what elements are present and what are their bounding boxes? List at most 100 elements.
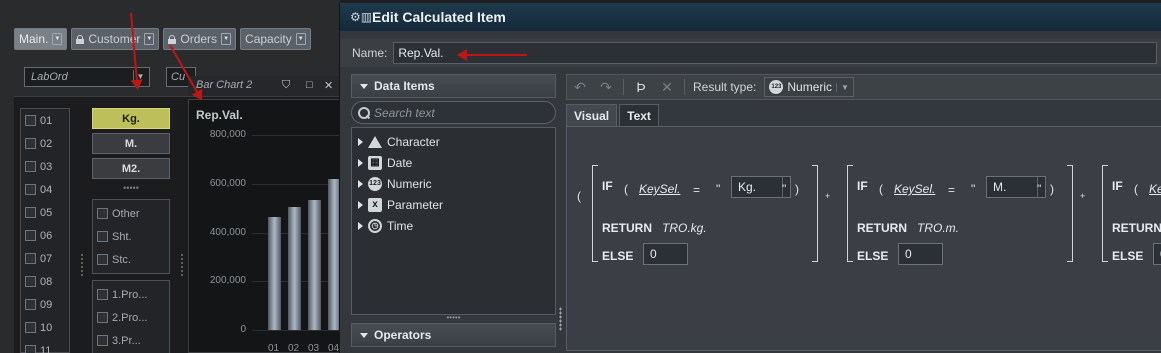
if-block[interactable]: IF (KeySel. = " Kg. ") RETURN TRO.kg. ELSE 0 (592, 165, 818, 265)
checkbox[interactable] (25, 184, 36, 195)
bar[interactable] (288, 206, 301, 330)
expand-icon[interactable] (358, 158, 363, 167)
else-value-input[interactable]: 0 (643, 243, 688, 265)
tree-item-character[interactable]: Character (352, 131, 555, 152)
result-type-select[interactable]: 123 Numeric ▼ (764, 77, 854, 97)
check-row[interactable]: 09 (21, 293, 69, 316)
if-block[interactable]: IF (KeySel. = " M. ") RETURN TRO.m. ELSE 0 (847, 165, 1073, 265)
unit-button-m[interactable]: M. (92, 133, 170, 154)
tree-item-time[interactable]: ◷ Time (352, 215, 555, 236)
if-block[interactable]: IF (Ke RETURN ELSE 0 (1102, 165, 1161, 265)
operators-header[interactable]: Operators (351, 323, 556, 347)
checkbox[interactable] (25, 138, 36, 149)
tab-visual[interactable]: Visual (566, 104, 618, 126)
tab-orders[interactable]: Orders ▼ (163, 28, 237, 50)
resize-grip[interactable] (180, 253, 184, 277)
bar[interactable] (268, 216, 281, 330)
else-value-input[interactable]: 0 (1153, 243, 1161, 265)
x-tick-label: 03 (308, 343, 320, 353)
category-item[interactable]: Stc. (93, 248, 169, 271)
checkbox[interactable] (25, 345, 36, 353)
block-bracket (847, 165, 853, 262)
check-row[interactable]: 06 (21, 224, 69, 247)
checkbox[interactable] (25, 207, 36, 218)
search-box[interactable] (351, 101, 556, 124)
maximize-icon[interactable]: □ (306, 79, 313, 91)
numeric-type-icon: 123 (769, 80, 784, 94)
chevron-down-icon[interactable]: ▼ (144, 33, 155, 45)
check-row[interactable]: 02 (21, 132, 69, 155)
return-keyword: RETURN (1112, 221, 1161, 235)
expand-icon[interactable] (358, 200, 363, 209)
return-value[interactable]: TRO.m. (917, 221, 959, 235)
checkbox[interactable] (97, 312, 108, 323)
check-row[interactable]: 05 (21, 201, 69, 224)
category-item[interactable]: 2.Pro... (93, 306, 169, 329)
else-keyword: ELSE (1112, 249, 1144, 263)
tab-text[interactable]: Text (619, 104, 659, 126)
filter-icon[interactable]: ⛉ (282, 79, 290, 92)
check-row[interactable]: 08 (21, 270, 69, 293)
checkbox[interactable] (25, 299, 36, 310)
chevron-down-icon[interactable]: ▼ (836, 82, 849, 92)
checkbox[interactable] (97, 289, 108, 300)
checkbox[interactable] (25, 322, 36, 333)
check-row[interactable]: 07 (21, 247, 69, 270)
expression-editor[interactable]: ( + + IF (KeySel. = " Kg. ") RETURN TRO.kg. ELSE… (566, 126, 1161, 351)
dialog-titlebar[interactable]: ⚙▥ Edit Calculated Item (340, 3, 1161, 31)
name-input[interactable] (393, 42, 1158, 64)
panel-splitter[interactable]: ••••• (351, 314, 556, 323)
checkbox[interactable] (25, 161, 36, 172)
clear-formatting-icon[interactable]: Ϸ (632, 78, 650, 96)
category-item[interactable]: 3.Pr... (93, 329, 169, 352)
toolbar-divider (623, 79, 624, 95)
vertical-splitter[interactable] (559, 307, 562, 331)
period-check-list: 01 02 03 04 05 06 07 08 09 10 11 (20, 108, 70, 353)
checkbox[interactable] (25, 276, 36, 287)
close-icon[interactable]: ✕ (324, 79, 333, 92)
chevron-down-icon[interactable]: ▼ (295, 33, 306, 45)
block-bracket (592, 165, 598, 262)
check-row[interactable]: 01 (21, 109, 69, 132)
checkbox[interactable] (97, 208, 108, 219)
check-row[interactable]: 10 (21, 316, 69, 339)
chevron-down-icon[interactable]: ▼ (52, 33, 63, 45)
tab-customer[interactable]: Customer ▼ (71, 28, 160, 50)
checkbox[interactable] (25, 115, 36, 126)
unit-selector: Kg. M. M2. ••••• Other Sht. Stc. 1.Pro... 2… (92, 108, 170, 353)
resize-grip[interactable] (80, 253, 84, 277)
checkbox[interactable] (25, 253, 36, 264)
field-reference[interactable]: KeySel. (639, 182, 680, 196)
return-value[interactable]: TRO.kg. (662, 221, 707, 235)
tree-item-numeric[interactable]: 123 Numeric (352, 173, 555, 194)
bar[interactable] (308, 199, 321, 330)
field-reference[interactable]: KeySel. (894, 182, 935, 196)
category-item[interactable]: Other (93, 202, 169, 225)
chevron-down-icon[interactable]: ▼ (221, 33, 232, 45)
data-items-header[interactable]: Data Items (351, 74, 556, 98)
category-item[interactable]: Sht. (93, 225, 169, 248)
expand-icon[interactable] (358, 137, 363, 146)
category-item[interactable]: 1.Pro... (93, 283, 169, 306)
redo-icon[interactable]: ↷ (597, 78, 615, 96)
check-row[interactable]: 03 (21, 155, 69, 178)
checkbox[interactable] (25, 230, 36, 241)
checkbox[interactable] (97, 335, 108, 346)
tree-item-date[interactable]: ▦ Date (352, 152, 555, 173)
tree-item-parameter[interactable]: x Parameter (352, 194, 555, 215)
unit-button-kg[interactable]: Kg. (92, 108, 170, 129)
expand-icon[interactable] (358, 221, 363, 230)
tab-main[interactable]: Main. ▼ (14, 28, 68, 50)
delete-icon[interactable]: ✕ (658, 78, 676, 96)
check-row[interactable]: 04 (21, 178, 69, 201)
tab-capacity[interactable]: Capacity ▼ (240, 28, 311, 50)
undo-icon[interactable]: ↶ (571, 78, 589, 96)
expand-icon[interactable] (358, 179, 363, 188)
search-input[interactable] (374, 105, 544, 120)
checkbox[interactable] (97, 254, 108, 265)
else-value-input[interactable]: 0 (898, 243, 943, 265)
field-reference[interactable]: Ke (1149, 182, 1161, 196)
unit-button-m2[interactable]: M2. (92, 158, 170, 179)
checkbox[interactable] (97, 231, 108, 242)
check-row[interactable]: 11 (21, 339, 69, 353)
